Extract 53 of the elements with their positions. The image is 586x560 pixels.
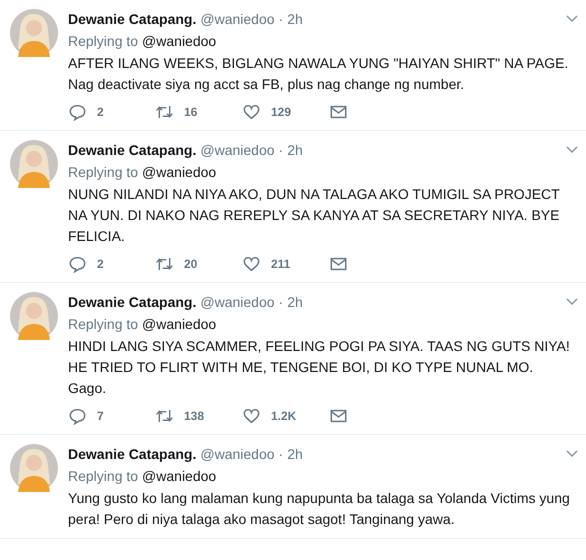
mention-link[interactable]: @waniedoo [142,466,216,486]
author-handle[interactable]: @waniedoo [200,444,275,464]
timestamp[interactable]: 2h [287,292,303,312]
replying-label: Replying to [68,315,138,334]
envelope-icon[interactable] [329,407,348,425]
retweet-count: 16 [184,105,198,119]
envelope-icon[interactable] [329,255,348,273]
retweet-count: 138 [184,409,204,423]
reply-count: 2 [97,257,104,271]
timestamp[interactable]: 2h [287,140,303,160]
reply-count: 7 [97,409,104,423]
tweet-text: Yung gusto ko lang malaman kung napupunta ba talaga sa Yolanda Victims yung pera! Pero di niya talaga ako masagot sagot! Tanginang yawa. [68,489,571,529]
heart-icon[interactable] [242,103,261,121]
reply-icon[interactable] [68,103,87,121]
mention-link[interactable]: @waniedoo [142,162,216,182]
mention-link[interactable]: @waniedoo [142,31,216,51]
separator-dot: · [278,10,284,29]
like-count: 129 [271,105,292,119]
like-count: 211 [271,257,290,271]
envelope-icon[interactable] [329,103,348,121]
separator-dot: · [278,445,284,464]
retweet-count: 20 [184,257,198,271]
timestamp[interactable]: 2h [287,444,303,464]
separator-dot: · [278,141,284,160]
tweet-text: HINDI LANG SIYA SCAMMER, FEELING POGI PA SIYA. TAAS NG GUTS NIYA! HE TRIED TO FLIRT WITH ME, TENGENE BOI, DI KO TYPE NUNAL MO. Gago. [68,337,571,398]
caret-icon[interactable] [566,450,578,458]
retweet-icon[interactable] [155,103,174,121]
mention-link[interactable]: @waniedoo [142,314,216,334]
reply-icon[interactable] [68,255,87,273]
author-name[interactable]: Dewanie Catapang. [68,140,196,160]
retweet-icon[interactable] [155,407,174,425]
author-handle[interactable]: @waniedoo [200,292,275,312]
author-handle[interactable]: @waniedoo [200,9,275,29]
caret-icon[interactable] [566,298,578,306]
timestamp[interactable]: 2h [287,9,303,29]
author-handle[interactable]: @waniedoo [200,140,275,160]
heart-icon[interactable] [242,255,261,273]
caret-icon[interactable] [566,15,578,23]
author-name[interactable]: Dewanie Catapang. [68,292,196,312]
tweet-text: AFTER ILANG WEEKS, BIGLANG NAWALA YUNG "HAIYAN SHIRT" NA PAGE. Nag deactivate siya ng acct sa FB, plus nag change ng number. [68,54,570,94]
replying-label: Replying to [68,163,138,182]
replying-label: Replying to [68,467,138,486]
retweet-icon[interactable] [155,255,174,273]
like-count: 1.2K [271,409,296,423]
author-name[interactable]: Dewanie Catapang. [68,9,196,29]
replying-label: Replying to [68,32,138,51]
separator-dot: · [278,293,284,312]
tweet-text: NUNG NILANDI NA NIYA AKO, DUN NA TALAGA AKO TUMIGIL SA PROJECT NA YUN. DI NAKO NAG REREPLY SA KANYA AT SA SECRETARY NIYA. BYE FELICIA. [68,185,560,246]
caret-icon[interactable] [566,146,578,154]
heart-icon[interactable] [242,407,261,425]
reply-count: 2 [97,105,104,119]
reply-icon[interactable] [68,407,87,425]
author-name[interactable]: Dewanie Catapang. [68,444,196,464]
